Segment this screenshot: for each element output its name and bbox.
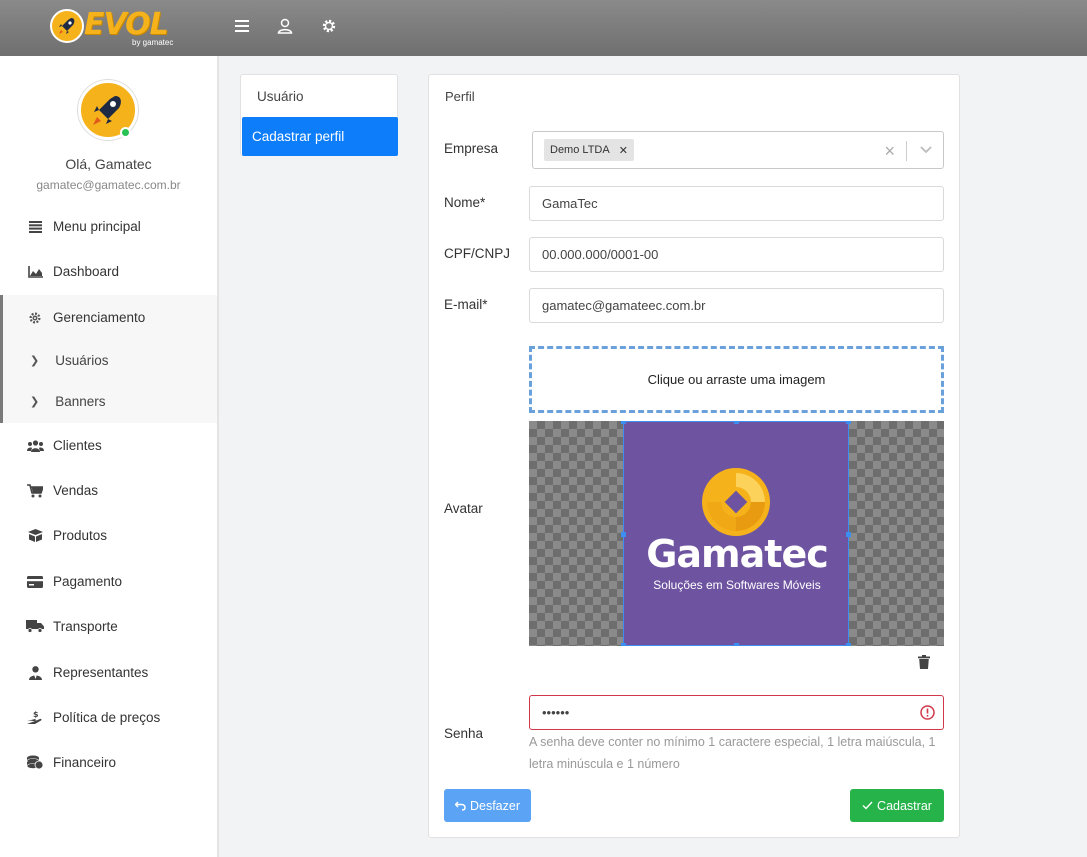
- gamatec-logo-icon: [702, 468, 770, 536]
- credit-card-icon: [26, 573, 44, 591]
- hand-money-icon: $: [26, 709, 44, 727]
- crop-handle[interactable]: [734, 643, 739, 646]
- chevron-right-icon: ❯: [30, 354, 40, 367]
- sidebar-item-clientes[interactable]: Clientes: [0, 423, 217, 468]
- sidebar-item-transporte[interactable]: Transporte: [0, 604, 217, 649]
- crop-handle[interactable]: [621, 532, 626, 537]
- password-value: ••••••: [542, 705, 570, 720]
- nome-label: Nome*: [444, 195, 486, 210]
- users-icon: [26, 437, 44, 455]
- crop-handle[interactable]: [846, 643, 851, 646]
- sidebar-item-label: Transporte: [53, 619, 118, 634]
- chevron-right-icon: ❯: [30, 395, 40, 408]
- cpf-cnpj-field[interactable]: 00.000.000/0001-00: [529, 237, 944, 272]
- avatar-image[interactable]: Gamatec Soluções em Softwares Móveis: [621, 421, 851, 646]
- crop-handle[interactable]: [621, 421, 626, 424]
- sidebar-item-financeiro[interactable]: Financeiro: [0, 740, 217, 785]
- clear-selection-icon[interactable]: ×: [884, 141, 895, 162]
- trash-icon[interactable]: [918, 655, 930, 674]
- error-icon: [920, 705, 935, 723]
- empresa-select[interactable]: Demo LTDA ✕ ×: [532, 131, 944, 169]
- image-brand-name: Gamatec: [646, 532, 829, 576]
- crop-handle[interactable]: [846, 421, 851, 424]
- sidebar-item-menu-principal[interactable]: Menu principal: [0, 204, 217, 249]
- sidebar-item-banners[interactable]: ❯ Banners: [0, 381, 217, 421]
- cpf-cnpj-label: CPF/CNPJ: [444, 246, 511, 261]
- rocket-logo-icon: [50, 9, 84, 43]
- menu-header[interactable]: Usuário: [257, 89, 304, 104]
- gear-icon: [26, 309, 44, 327]
- logo-text: EVOL: [84, 7, 169, 42]
- sidebar-item-label: Representantes: [53, 665, 149, 680]
- sidebar-item-pagamento[interactable]: Pagamento: [0, 559, 217, 604]
- check-icon: [862, 801, 873, 810]
- sidebar-item-label: Menu principal: [53, 219, 141, 234]
- sidebar-item-label: Usuários: [55, 352, 109, 368]
- senha-label: Senha: [444, 726, 484, 741]
- person-tie-icon: [26, 664, 44, 682]
- chevron-down-icon[interactable]: [919, 142, 933, 161]
- list-icon: [26, 218, 44, 236]
- email-field[interactable]: gamatec@gamateec.com.br: [529, 288, 944, 323]
- nome-field[interactable]: GamaTec: [529, 186, 944, 221]
- crop-handle[interactable]: [734, 421, 739, 424]
- sidebar-item-usuarios[interactable]: ❯ Usuários: [0, 340, 217, 380]
- logo-subtext: by gamatec: [132, 38, 174, 47]
- select-divider: [906, 141, 907, 161]
- profile-form-card: Perfil Empresa Demo LTDA ✕ × Nome* GamaT…: [428, 74, 960, 838]
- user-email: gamatec@gamatec.com.br: [36, 178, 181, 192]
- sidebar-item-label: Dashboard: [53, 264, 120, 279]
- image-brand-tagline: Soluções em Softwares Móveis: [653, 578, 821, 592]
- password-field[interactable]: ••••••: [529, 695, 944, 730]
- sidebar-item-dashboard[interactable]: Dashboard: [0, 249, 217, 294]
- empresa-label: Empresa: [444, 141, 499, 156]
- menu-item-cadastrar-perfil[interactable]: Cadastrar perfil: [242, 117, 398, 156]
- sidebar-item-label: Gerenciamento: [53, 310, 146, 325]
- sidebar-group-gerenciamento: Gerenciamento ❯ Usuários ❯ Banners: [0, 295, 217, 423]
- truck-icon: [26, 618, 44, 636]
- coins-icon: [26, 754, 44, 772]
- email-label: E-mail*: [444, 297, 488, 312]
- sidebar: Olá, Gamatec gamatec@gamatec.com.br Menu…: [0, 56, 219, 857]
- area-chart-icon: [26, 263, 44, 281]
- undo-button[interactable]: Desfazer: [444, 789, 531, 822]
- remove-tag-icon[interactable]: ✕: [619, 144, 628, 157]
- sidebar-item-gerenciamento[interactable]: Gerenciamento: [0, 295, 217, 340]
- sidebar-item-representantes[interactable]: Representantes: [0, 650, 217, 695]
- sidebar-item-politica-de-precos[interactable]: $ Política de preços: [0, 695, 217, 740]
- image-dropzone[interactable]: Clique ou arraste uma imagem: [529, 346, 944, 413]
- app-logo[interactable]: EVOL by gamatec: [50, 7, 180, 49]
- crop-handle[interactable]: [846, 532, 851, 537]
- sidebar-item-label: Financeiro: [53, 755, 117, 770]
- password-hint: A senha deve conter no mínimo 1 caracter…: [529, 735, 936, 771]
- avatar-label: Avatar: [444, 501, 483, 516]
- cart-icon: [26, 482, 44, 500]
- undo-icon: [454, 800, 466, 811]
- sidebar-item-label: Banners: [55, 393, 106, 409]
- online-status-dot: [120, 127, 131, 138]
- sidebar-item-label: Clientes: [53, 438, 102, 453]
- empresa-tag: Demo LTDA ✕: [544, 139, 634, 161]
- sidebar-item-label: Política de preços: [53, 710, 161, 725]
- crop-handle[interactable]: [621, 643, 626, 646]
- profile-menu-card: Usuário Cadastrar perfil: [240, 74, 398, 156]
- image-cropper[interactable]: Gamatec Soluções em Softwares Móveis: [529, 421, 944, 646]
- user-icon[interactable]: [274, 15, 296, 37]
- top-bar: EVOL by gamatec: [0, 0, 1087, 56]
- user-greeting: Olá, Gamatec: [65, 156, 152, 172]
- undo-label: Desfazer: [469, 798, 521, 813]
- empresa-tag-label: Demo LTDA: [550, 144, 610, 156]
- save-button[interactable]: Cadastrar: [850, 789, 944, 822]
- gear-icon[interactable]: [318, 15, 340, 37]
- sidebar-item-vendas[interactable]: Vendas: [0, 468, 217, 513]
- box-icon: [26, 527, 44, 545]
- sidebar-item-label: Pagamento: [53, 574, 123, 589]
- svg-text:$: $: [33, 710, 39, 719]
- form-title: Perfil: [445, 89, 475, 104]
- sidebar-item-label: Produtos: [53, 528, 108, 543]
- menu-icon[interactable]: [231, 15, 253, 37]
- sidebar-item-label: Vendas: [53, 483, 99, 498]
- save-label: Cadastrar: [877, 798, 932, 813]
- sidebar-item-produtos[interactable]: Produtos: [0, 513, 217, 558]
